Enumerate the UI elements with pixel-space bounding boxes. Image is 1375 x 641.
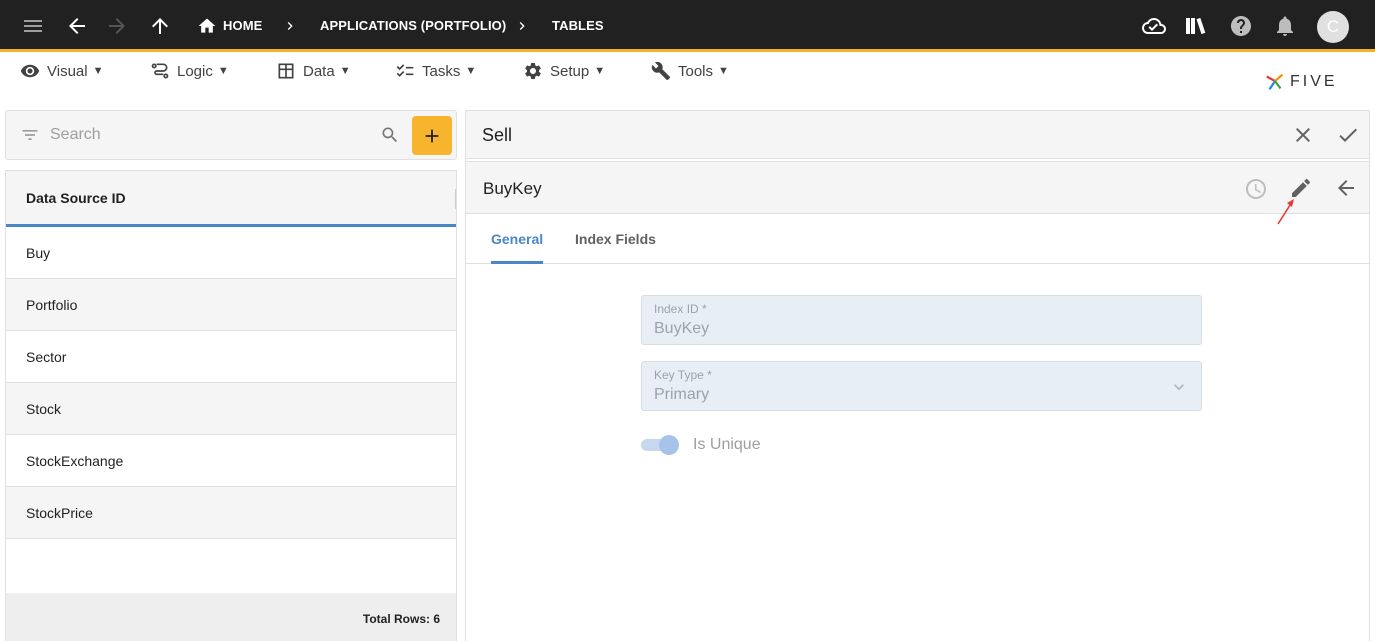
- column-header-label: Data Source ID: [26, 189, 126, 206]
- list-item-label: Sector: [26, 348, 67, 365]
- menu-data-label: Data: [303, 62, 335, 80]
- back-arrow-icon[interactable]: [64, 13, 90, 39]
- add-button[interactable]: [412, 116, 452, 155]
- cloud-check-icon[interactable]: [1141, 13, 1167, 39]
- menu-tasks[interactable]: Tasks ▼: [395, 61, 476, 81]
- check-icon[interactable]: [1336, 123, 1360, 147]
- menu-logic[interactable]: Logic ▼: [150, 61, 229, 81]
- search-icon[interactable]: [380, 125, 400, 145]
- record-card: BuyKey General Index Fields Index ID * B…: [466, 161, 1369, 641]
- list-item[interactable]: Portfolio: [6, 279, 456, 331]
- record-header: BuyKey: [466, 162, 1369, 214]
- menu-bar: Visual ▼ Logic ▼ Data ▼ Tasks ▼ Setup ▼ Tools…: [0, 55, 1375, 95]
- detail-panel: Sell BuyKey General Index Fields Index I…: [465, 110, 1370, 641]
- list-item-label: Portfolio: [26, 296, 78, 313]
- gear-icon: [525, 62, 541, 79]
- back-icon[interactable]: [1334, 176, 1358, 200]
- tab-bar: General Index Fields: [466, 214, 1369, 264]
- five-logo: FIVE: [1264, 68, 1356, 96]
- list-item[interactable]: Buy: [6, 227, 456, 279]
- menu-tools[interactable]: Tools ▼: [651, 61, 729, 81]
- is-unique-label: Is Unique: [693, 436, 761, 453]
- breadcrumb-home[interactable]: HOME: [223, 18, 262, 33]
- filter-icon[interactable]: [20, 125, 40, 145]
- list-item[interactable]: Stock: [6, 383, 456, 435]
- five-logo-mark: [1266, 73, 1284, 90]
- menu-visual[interactable]: Visual ▼: [20, 61, 103, 81]
- form-title: Sell: [482, 125, 513, 145]
- active-tab-indicator: [491, 261, 543, 264]
- tasks-icon: [396, 64, 414, 77]
- chevron-right-icon: [514, 17, 530, 35]
- tab-general[interactable]: General: [491, 231, 543, 247]
- list-item-label: StockPrice: [26, 504, 93, 521]
- list-item[interactable]: Sector: [6, 331, 456, 383]
- menu-setup-label: Setup: [550, 62, 590, 80]
- tab-index-fields[interactable]: Index Fields: [575, 231, 656, 247]
- bell-icon[interactable]: [1272, 13, 1298, 39]
- menu-tools-label: Tools: [678, 62, 714, 80]
- table-icon: [278, 63, 294, 79]
- search-input[interactable]: [50, 123, 370, 147]
- column-separator[interactable]: [455, 189, 456, 209]
- form-header: Sell: [466, 111, 1369, 159]
- history-icon[interactable]: [1244, 177, 1268, 201]
- help-icon[interactable]: [1228, 13, 1254, 39]
- list-item[interactable]: StockExchange: [6, 435, 456, 487]
- is-unique-toggle[interactable]: [641, 434, 681, 455]
- up-arrow-icon[interactable]: [147, 13, 173, 39]
- eye-icon: [20, 64, 40, 78]
- index-id-field[interactable]: Index ID * BuyKey: [641, 295, 1202, 345]
- breadcrumb-applications[interactable]: APPLICATIONS (PORTFOLIO): [320, 18, 506, 33]
- search-bar: [5, 110, 457, 160]
- menu-icon[interactable]: [20, 13, 46, 39]
- index-id-label: Index ID *: [654, 302, 707, 316]
- data-source-list: Data Source ID Buy Portfolio Sector Stoc…: [5, 170, 457, 641]
- red-arrow-annotation: [1277, 199, 1294, 225]
- menu-visual-label: Visual: [47, 62, 88, 80]
- list-item[interactable]: StockPrice: [6, 487, 456, 539]
- list-item-label: StockExchange: [26, 452, 124, 469]
- key-type-select[interactable]: Key Type * Primary: [641, 361, 1202, 411]
- total-rows: Total Rows: 6: [362, 612, 440, 626]
- home-icon[interactable]: [196, 13, 218, 39]
- list-item-label: Stock: [26, 400, 62, 417]
- menu-logic-label: Logic: [177, 62, 213, 80]
- chevron-right-icon: [282, 17, 298, 35]
- logic-icon: [151, 63, 169, 79]
- menu-tasks-label: Tasks: [422, 62, 461, 80]
- tools-icon: [651, 61, 671, 81]
- breadcrumb-tables[interactable]: TABLES: [552, 18, 604, 33]
- forward-arrow-icon[interactable]: [104, 13, 130, 39]
- menu-data[interactable]: Data ▼: [276, 61, 351, 81]
- plus-icon: [425, 129, 439, 142]
- record-title: BuyKey: [483, 179, 542, 198]
- index-id-value: BuyKey: [654, 320, 710, 337]
- menu-setup[interactable]: Setup ▼: [523, 61, 605, 81]
- list-footer: Total Rows: 6: [6, 593, 456, 641]
- toggle-knob: [659, 435, 679, 455]
- library-icon[interactable]: [1182, 13, 1208, 39]
- avatar[interactable]: C: [1317, 11, 1349, 43]
- chevron-down-icon: [1169, 377, 1189, 397]
- top-bar: HOME APPLICATIONS (PORTFOLIO) TABLES C: [0, 0, 1375, 52]
- close-icon[interactable]: [1291, 123, 1315, 147]
- list-item-label: Buy: [26, 244, 51, 261]
- key-type-label: Key Type *: [654, 368, 712, 382]
- column-header-data-source-id[interactable]: Data Source ID: [6, 171, 456, 227]
- logo-text: FIVE: [1290, 73, 1338, 90]
- key-type-value: Primary: [654, 386, 710, 403]
